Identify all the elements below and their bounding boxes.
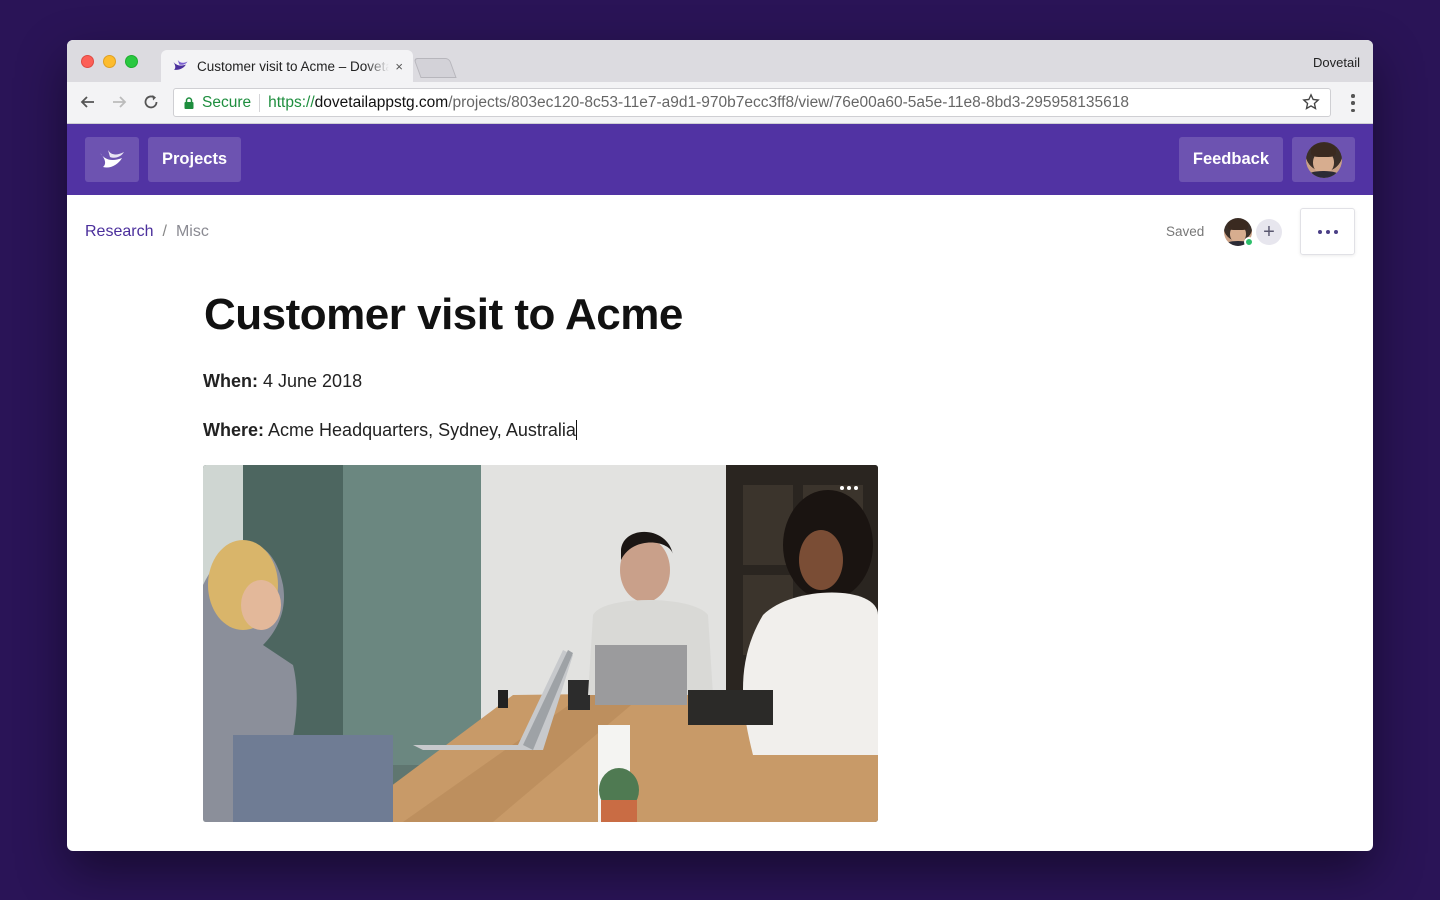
url-scheme: https:// <box>268 93 315 111</box>
tab-strip: Customer visit to Acme – Dovetail × Dove… <box>67 40 1373 82</box>
secure-label: Secure <box>202 93 261 112</box>
where-label: Where: <box>203 420 265 440</box>
where-field[interactable]: Where: Acme Headquarters, Sydney, Austra… <box>203 420 577 441</box>
close-window-button[interactable] <box>81 55 94 68</box>
url-host: dovetailappstg.com <box>314 93 449 111</box>
online-status-badge <box>1244 237 1254 247</box>
breadcrumb: Research / Misc <box>85 223 209 241</box>
feedback-button[interactable]: Feedback <box>1178 137 1283 182</box>
arrow-right-icon <box>113 96 127 108</box>
image-options-icon[interactable] <box>840 486 858 490</box>
save-status: Saved <box>1166 224 1205 239</box>
when-label: When: <box>203 371 258 391</box>
active-tab[interactable]: Customer visit to Acme – Dovetail × <box>161 50 413 82</box>
minimize-window-button[interactable] <box>103 55 116 68</box>
dovetail-favicon-icon <box>171 57 189 75</box>
back-button[interactable] <box>76 90 100 114</box>
document-title[interactable]: Customer visit to Acme <box>204 290 683 340</box>
breadcrumb-separator: / <box>162 223 167 240</box>
reload-button[interactable] <box>139 90 163 114</box>
url-path: /projects/803ec120-8c53-11e7-a9d1-970b7e… <box>448 93 1130 111</box>
browser-toolbar: Secure https://dovetailappstg.com/projec… <box>67 82 1373 124</box>
reload-icon <box>144 95 158 109</box>
where-value: Acme Headquarters, Sydney, Australia <box>268 420 576 440</box>
user-menu-button[interactable] <box>1292 137 1355 182</box>
collaborator-avatar[interactable] <box>1224 218 1254 247</box>
add-collaborator-button[interactable]: + <box>1256 219 1282 245</box>
browser-profile-name[interactable]: Dovetail <box>1313 55 1360 70</box>
forward-button[interactable] <box>107 90 131 114</box>
tab-close-icon[interactable]: × <box>395 59 403 74</box>
avatar <box>1305 141 1342 178</box>
zoom-window-button[interactable] <box>125 55 138 68</box>
breadcrumb-research-link[interactable]: Research <box>85 223 153 241</box>
lock-icon <box>184 96 194 109</box>
projects-button[interactable]: Projects <box>148 137 242 182</box>
address-bar[interactable]: Secure https://dovetailappstg.com/projec… <box>173 88 1331 117</box>
meeting-photo-illustration <box>203 465 878 822</box>
meeting-photo[interactable] <box>203 465 878 822</box>
browser-window: Customer visit to Acme – Dovetail × Dove… <box>67 40 1373 851</box>
when-field[interactable]: When: 4 June 2018 <box>203 371 362 392</box>
tab-title: Customer visit to Acme – Dovetail <box>197 58 390 74</box>
breadcrumb-current: Misc <box>175 223 209 240</box>
more-options-button[interactable] <box>1300 208 1355 255</box>
dovetail-logo-button[interactable] <box>85 137 139 182</box>
new-tab-button[interactable] <box>413 58 457 78</box>
when-value: 4 June 2018 <box>263 371 363 391</box>
arrow-left-icon <box>80 96 94 108</box>
bookmark-star-icon[interactable] <box>1302 93 1320 116</box>
app-header: Projects Feedback <box>67 124 1373 195</box>
browser-menu-icon[interactable] <box>1345 92 1361 114</box>
dovetail-logo-icon <box>100 149 124 168</box>
text-caret <box>575 420 577 440</box>
